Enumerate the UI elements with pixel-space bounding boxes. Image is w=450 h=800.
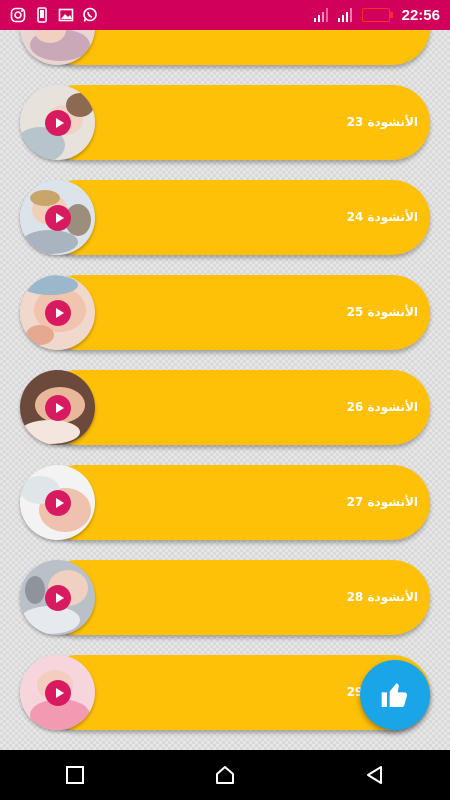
home-button[interactable]	[205, 755, 245, 795]
home-icon	[216, 766, 234, 784]
song-title: الأنشودة 24	[346, 210, 418, 224]
like-button[interactable]	[360, 660, 430, 730]
recent-apps-button[interactable]	[55, 755, 95, 795]
navigation-bar	[0, 750, 450, 800]
play-button[interactable]	[45, 490, 71, 516]
play-button[interactable]	[45, 300, 71, 326]
whatsapp-icon	[83, 7, 97, 22]
image-icon	[58, 8, 74, 22]
song-title: الأنشودة 23	[346, 115, 418, 129]
phone-icon	[37, 7, 47, 23]
list-item[interactable]	[20, 30, 430, 65]
play-button[interactable]	[45, 110, 71, 136]
play-button[interactable]	[45, 395, 71, 421]
instagram-icon	[10, 7, 26, 23]
song-list[interactable]: الأنشودة 23 الأنشودة 24 الأنشودة 25 الأن…	[0, 30, 450, 750]
thumbs-up-icon	[381, 683, 408, 707]
signal-icon	[337, 8, 352, 22]
list-item[interactable]: الأنشودة 27	[20, 465, 430, 540]
song-title: الأنشودة 26	[346, 400, 418, 414]
recent-apps-icon	[66, 766, 84, 784]
battery-icon	[361, 8, 393, 22]
play-button[interactable]	[45, 585, 71, 611]
status-time: 22:56	[401, 6, 440, 24]
song-title: الأنشودة 25	[346, 305, 418, 319]
list-item-background	[40, 30, 430, 65]
status-bar: 22:56	[0, 0, 450, 30]
play-button[interactable]	[45, 205, 71, 231]
song-title: الأنشودة 28	[346, 590, 418, 604]
song-title: الأنشودة 27	[346, 495, 418, 509]
list-item[interactable]: الأنشودة 26	[20, 370, 430, 445]
play-button[interactable]	[45, 680, 71, 706]
signal-icon	[313, 8, 328, 22]
back-button[interactable]	[355, 755, 395, 795]
list-item[interactable]: الأنشودة 23	[20, 85, 430, 160]
list-item[interactable]: الأنشودة 24	[20, 180, 430, 255]
list-item[interactable]: الأنشودة 28	[20, 560, 430, 635]
back-icon	[367, 766, 382, 784]
list-item[interactable]: الأنشودة 25	[20, 275, 430, 350]
